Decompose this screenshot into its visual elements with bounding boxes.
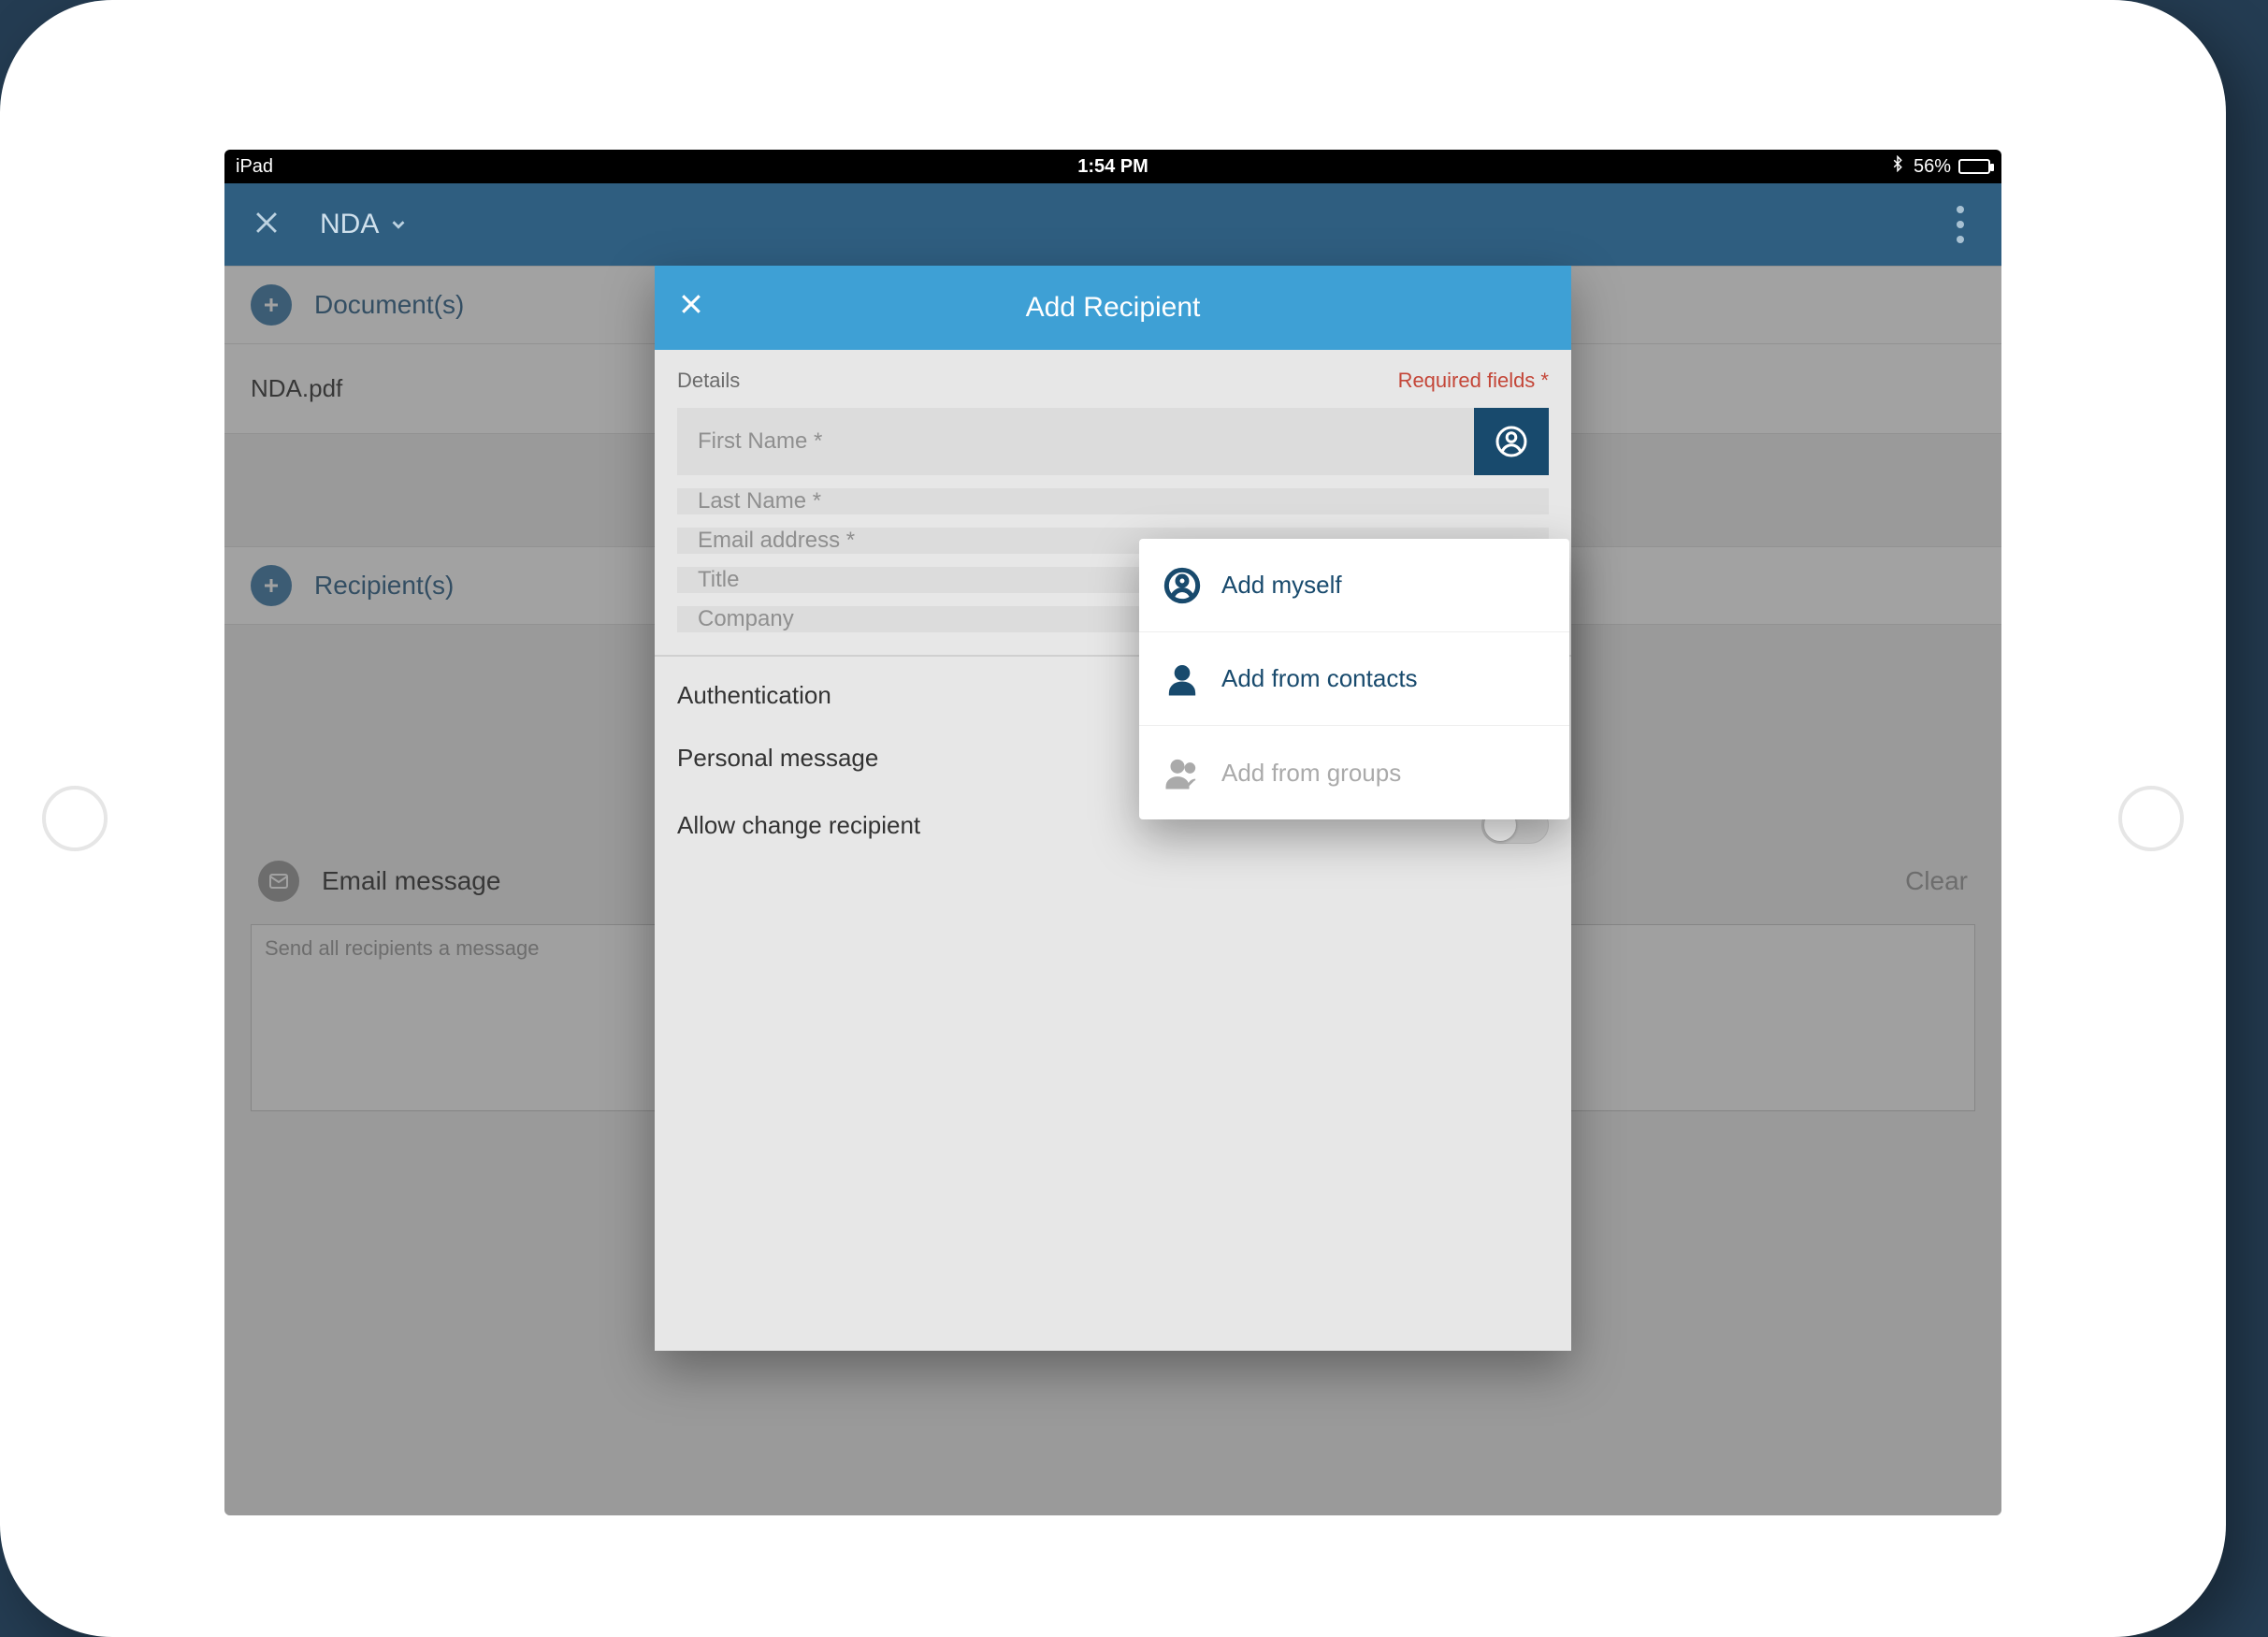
details-label: Details bbox=[677, 369, 740, 393]
modal-close-icon[interactable] bbox=[677, 290, 705, 326]
home-button-right[interactable] bbox=[2118, 786, 2184, 851]
close-icon[interactable] bbox=[251, 207, 282, 243]
chevron-down-icon bbox=[388, 214, 409, 235]
add-from-contacts-item[interactable]: Add from contacts bbox=[1139, 632, 1569, 726]
home-button-left[interactable] bbox=[42, 786, 108, 851]
first-name-field[interactable] bbox=[677, 408, 1474, 475]
allow-change-label: Allow change recipient bbox=[677, 811, 920, 840]
modal-header: Add Recipient bbox=[655, 266, 1571, 350]
add-myself-label: Add myself bbox=[1221, 571, 1342, 600]
document-title-dropdown[interactable]: NDA bbox=[320, 209, 409, 240]
contact-source-popover: Add myself Add from contacts Add from gr… bbox=[1139, 539, 1569, 819]
more-menu-icon[interactable] bbox=[1957, 206, 1964, 243]
required-fields-label: Required fields * bbox=[1398, 369, 1549, 393]
screen: iPad 1:54 PM 56% NDA bbox=[224, 150, 2001, 1515]
personal-message-label: Personal message bbox=[677, 744, 878, 773]
document-title: NDA bbox=[320, 209, 379, 240]
add-from-groups-item: Add from groups bbox=[1139, 726, 1569, 819]
ipad-frame: iPad 1:54 PM 56% NDA bbox=[0, 0, 2226, 1637]
add-from-contacts-label: Add from contacts bbox=[1221, 664, 1418, 693]
battery-icon bbox=[1958, 159, 1990, 174]
details-row: Details Required fields * bbox=[655, 350, 1571, 398]
status-time: 1:54 PM bbox=[224, 156, 2001, 178]
authentication-label: Authentication bbox=[677, 681, 831, 710]
last-name-field[interactable] bbox=[677, 488, 1549, 514]
pick-contact-button[interactable] bbox=[1474, 408, 1549, 475]
app-navbar: NDA bbox=[224, 183, 2001, 266]
add-from-groups-label: Add from groups bbox=[1221, 759, 1401, 788]
ios-status-bar: iPad 1:54 PM 56% bbox=[224, 150, 2001, 183]
modal-title: Add Recipient bbox=[1026, 292, 1201, 324]
add-myself-item[interactable]: Add myself bbox=[1139, 539, 1569, 632]
